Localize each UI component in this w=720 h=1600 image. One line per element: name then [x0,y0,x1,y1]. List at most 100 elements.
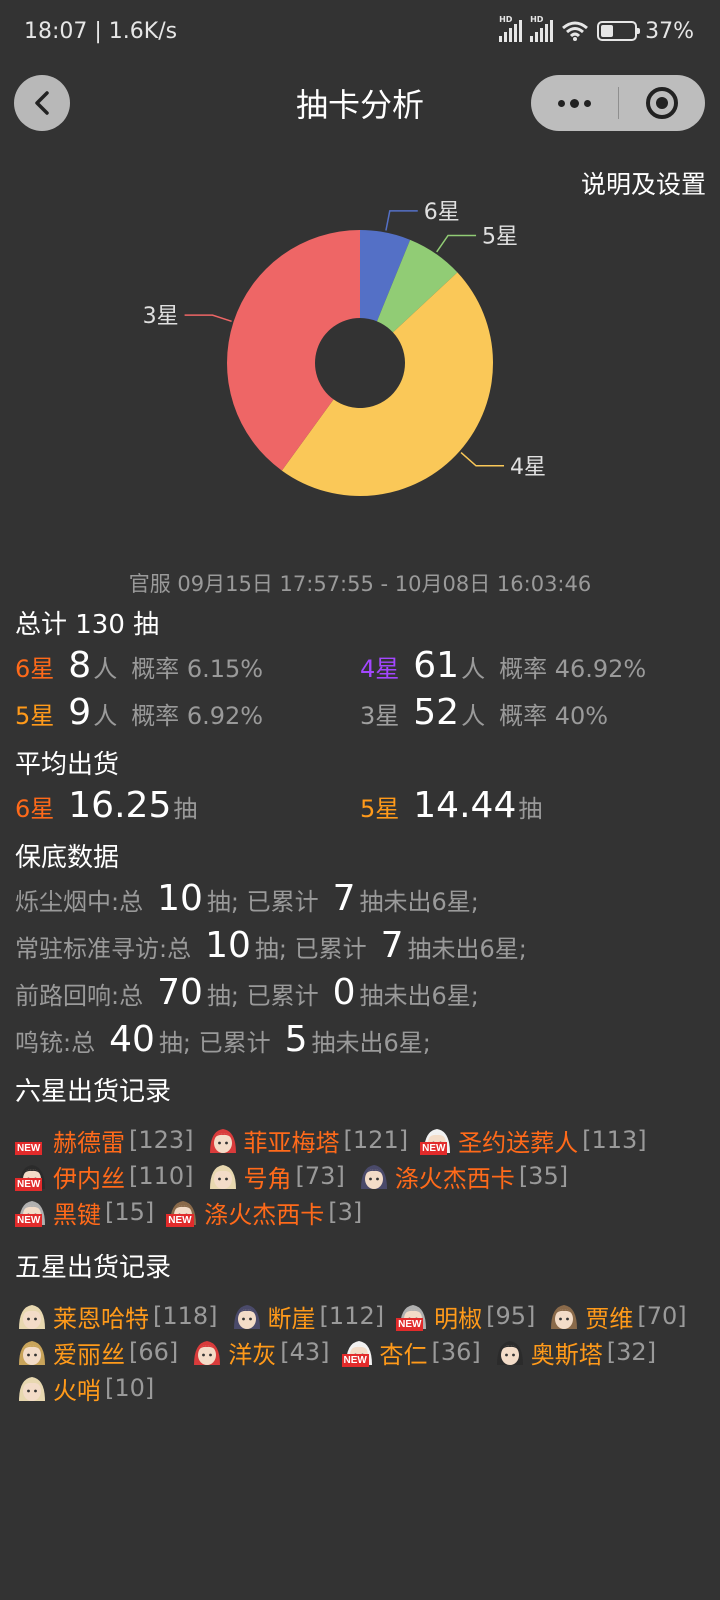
pity-list: 烁尘烟中:总 10 抽; 已累计 7 抽未出6星; 常驻标准寻访:总 10 抽;… [15,878,705,1066]
pull-count: [118] [153,1302,218,1330]
record-item[interactable]: 贾维 [70] [547,1299,687,1334]
stats-content: 总计 130 抽 6星 8 人 概率 6.15% 4星 61 人 概率 46.9… [15,605,705,1406]
record-item[interactable]: NEW 黑键 [15] [15,1195,154,1230]
more-icon [557,98,591,108]
record-item[interactable]: 涤火杰西卡 [35] [357,1159,568,1194]
star-label: 4星 [360,655,400,683]
operator-name: 明椒 [434,1304,483,1333]
record-avatar: NEW [15,1195,49,1229]
record-item[interactable]: 爱丽丝 [66] [15,1335,178,1370]
operator-avatar-icon [209,1129,236,1153]
summary-5star: 5星 9 人 概率 6.92% [15,692,360,739]
average-unit: 抽 [173,795,198,823]
average-value: 14.44 [413,785,517,826]
pity-row: 前路回响:总 70 抽; 已累计 0 抽未出6星; [15,972,705,1019]
operator-name: 贾维 [585,1304,634,1333]
average-grid: 6星 16.25 抽 5星 14.44 抽 [15,785,705,832]
pool-accumulated: 0 [332,972,356,1013]
pool-tail: 抽未出6星; [407,935,527,963]
pool-accumulated: 7 [380,925,404,966]
operator-name: 爱丽丝 [53,1340,125,1369]
record-avatar [547,1299,581,1333]
record-line: 莱恩哈特 [118] 断崖 [112] NEW 明椒 [95] 贾维 [70] [15,1298,705,1334]
pull-count: [32] [606,1338,657,1366]
star-label: 5星 [360,795,400,823]
record-line: NEW 黑键 [15] NEW 涤火杰西卡 [3] [15,1194,705,1230]
summary-grid: 6星 8 人 概率 6.15% 4星 61 人 概率 46.92% 5星 9 人… [15,645,705,739]
pull-count: [70] [637,1302,687,1330]
pool-name: 常驻标准寻访:总 [15,935,192,963]
operator-avatar-icon [19,1305,45,1329]
pull-count: [95] [486,1302,536,1330]
operator-name: 莱恩哈特 [53,1304,149,1333]
pity-row: 鸣铳:总 40 抽; 已累计 5 抽未出6星; [15,1019,705,1066]
pity-title: 保底数据 [15,843,120,873]
record-avatar [206,1123,240,1157]
pie-label: 4星 [510,455,546,480]
operator-name: 奥斯塔 [530,1340,603,1369]
pie-label: 3星 [143,304,179,329]
operator-name: 涤火杰西卡 [204,1200,325,1229]
count-unit: 人 [93,702,118,730]
record-item[interactable]: NEW 涤火杰西卡 [3] [166,1195,362,1230]
summary-title: 总计 130 抽 [15,610,160,640]
pull-count: [3] [328,1198,363,1226]
record-avatar [357,1159,391,1193]
count-value: 61 [413,645,460,686]
record-item[interactable]: 号角 [73] [206,1159,345,1194]
more-button[interactable] [531,75,618,131]
pull-count: [113] [582,1126,647,1154]
record-item[interactable]: NEW 杏仁 [36] [341,1335,481,1370]
rate-value: 概率 6.92% [131,702,264,730]
record-avatar: NEW [166,1195,200,1229]
star-label: 6星 [15,655,55,683]
summary-3star: 3星 52 人 概率 40% [360,692,705,739]
wifi-icon [562,21,589,41]
count-value: 9 [68,692,92,733]
count-unit: 人 [93,655,118,683]
record-avatar: NEW [396,1299,430,1333]
record-item[interactable]: 菲亚梅塔 [121] [206,1123,408,1158]
rate-value: 概率 6.15% [131,655,264,683]
chevron-left-icon [35,91,49,115]
new-badge: NEW [420,1142,448,1155]
record-avatar [15,1299,49,1333]
close-mini-program-button[interactable] [619,75,706,131]
record-line: 爱丽丝 [66] 洋灰 [43] NEW 杏仁 [36] 奥斯塔 [32] [15,1334,705,1370]
pull-count: [73] [295,1162,345,1190]
star-label: 3星 [360,702,400,730]
record-item[interactable]: 洋灰 [43] [190,1335,330,1370]
operator-avatar-icon [551,1305,578,1329]
pool-total: 70 [157,972,203,1013]
five-star-records: 莱恩哈特 [118] 断崖 [112] NEW 明椒 [95] 贾维 [70] 爱丽丝 [6… [15,1298,705,1406]
pool-mid: 抽; 已累计 [254,935,367,963]
pie-label-line [385,210,418,231]
record-item[interactable]: 奥斯塔 [32] [493,1335,656,1370]
pool-mid: 抽; 已累计 [206,982,319,1010]
record-item[interactable]: 莱恩哈特 [118] [15,1299,218,1334]
record-line: NEW 伊内丝 [110] 号角 [73] 涤火杰西卡 [35] [15,1158,705,1194]
record-avatar: NEW [420,1123,454,1157]
pool-accumulated: 7 [332,878,356,919]
count-value: 52 [413,692,460,733]
record-item[interactable]: NEW 圣约送葬人 [113] [420,1123,647,1158]
new-badge: NEW [341,1354,369,1367]
signal-icon-2: HD [530,15,554,42]
operator-name: 号角 [243,1164,292,1193]
back-button[interactable] [14,75,70,131]
record-item[interactable]: NEW 明椒 [95] [396,1299,535,1334]
pity-row: 烁尘烟中:总 10 抽; 已累计 7 抽未出6星; [15,878,705,925]
record-item[interactable]: NEW 伊内丝 [110] [15,1159,194,1194]
record-item[interactable]: 火哨 [10] [15,1371,154,1406]
record-avatar [230,1299,264,1333]
record-item[interactable]: NEW 赫德雷 [123] [15,1123,194,1158]
pool-total: 40 [109,1019,155,1060]
record-item[interactable]: 断崖 [112] [230,1299,384,1334]
pie-label-line [436,234,477,253]
record-avatar: NEW [15,1123,49,1157]
operator-avatar-icon [19,1377,45,1401]
new-badge: NEW [396,1318,424,1331]
average-title: 平均出货 [15,750,120,780]
operator-name: 菲亚梅塔 [243,1128,340,1157]
new-badge: NEW [15,1142,43,1155]
